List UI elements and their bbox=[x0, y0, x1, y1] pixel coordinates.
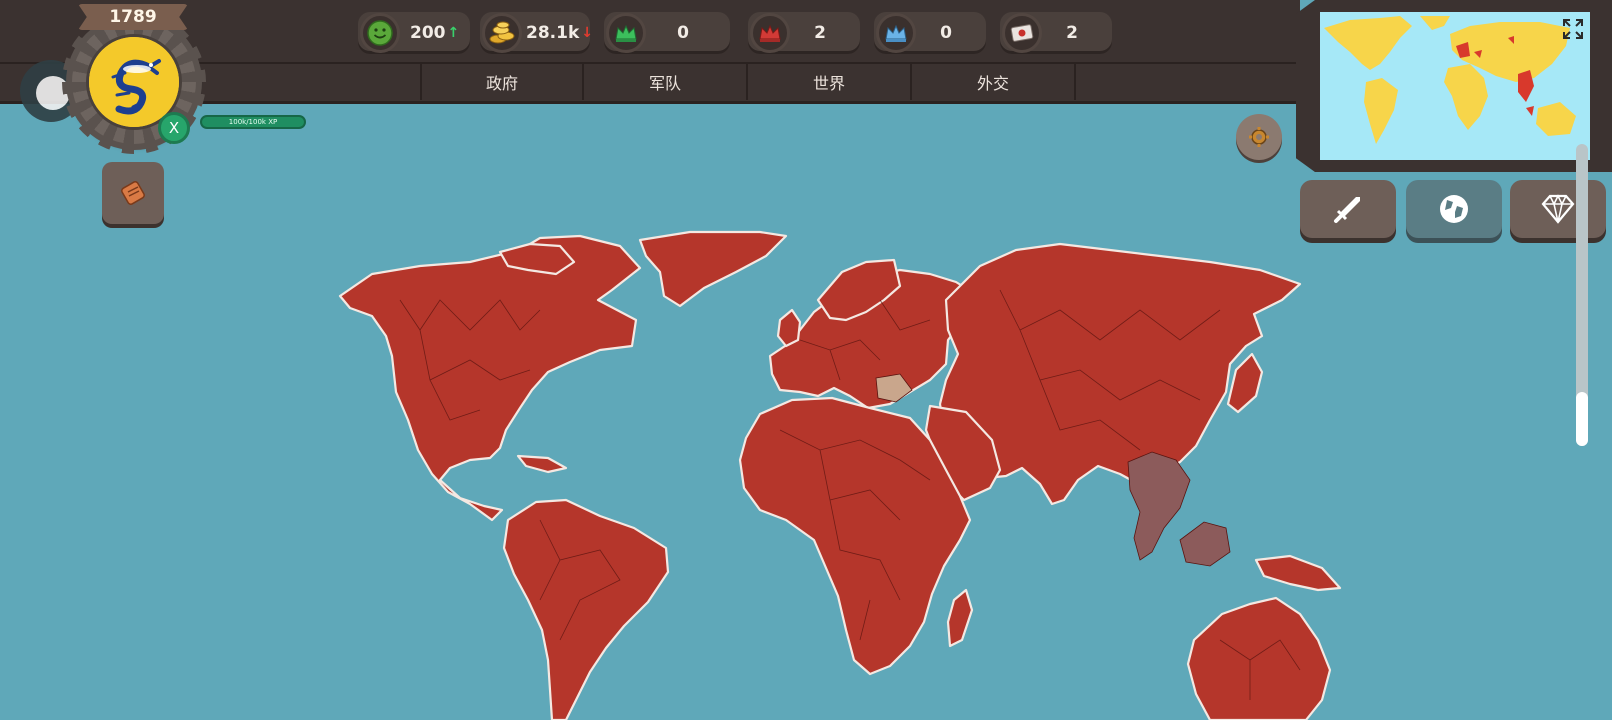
flag-icon bbox=[1002, 13, 1042, 53]
indonesia[interactable] bbox=[1179, 521, 1231, 567]
flag-counter[interactable]: 2 bbox=[1000, 12, 1112, 54]
red-crown-icon bbox=[750, 13, 790, 53]
gold-value: 28.1k bbox=[526, 23, 580, 43]
close-button[interactable]: X bbox=[158, 112, 190, 144]
madagascar[interactable] bbox=[946, 588, 974, 648]
premium-button[interactable] bbox=[1510, 180, 1606, 238]
trend-down-icon: ↓ bbox=[581, 25, 593, 41]
green-crown-counter[interactable]: 0 bbox=[604, 12, 730, 54]
flag-value: 2 bbox=[1066, 23, 1078, 43]
sword-icon bbox=[1334, 197, 1360, 223]
new-guinea[interactable] bbox=[1254, 554, 1342, 592]
australia[interactable] bbox=[1186, 596, 1332, 720]
xp-progress-bar: 100k/100k XP bbox=[200, 115, 306, 129]
scroll-icon bbox=[121, 181, 145, 205]
trend-up-icon: ↑ bbox=[447, 25, 460, 41]
smiley-icon bbox=[360, 13, 400, 53]
zoom-scrollbar-thumb[interactable] bbox=[1576, 392, 1588, 446]
blue-crown-counter[interactable]: 0 bbox=[874, 12, 986, 54]
gold-coins-icon bbox=[482, 13, 522, 53]
blue-crown-icon bbox=[876, 13, 916, 53]
gear-icon bbox=[1249, 127, 1269, 147]
main-tabs: 政府 军队 世界 外交 bbox=[420, 64, 1076, 102]
red-crown-value: 2 bbox=[814, 23, 826, 43]
scroll-quest-button[interactable] bbox=[102, 162, 164, 224]
happiness-value: 200 bbox=[410, 23, 446, 43]
tab-diplomacy[interactable]: 外交 bbox=[912, 64, 1076, 100]
minimap[interactable] bbox=[1320, 12, 1590, 160]
settings-button[interactable] bbox=[1236, 114, 1282, 160]
year-banner: 1789 bbox=[78, 4, 188, 30]
caribbean[interactable] bbox=[516, 454, 568, 474]
world-button[interactable] bbox=[1406, 180, 1502, 238]
diamond-icon bbox=[1541, 194, 1575, 224]
blue-crown-value: 0 bbox=[940, 23, 952, 43]
japan[interactable] bbox=[1226, 352, 1264, 414]
red-crown-counter[interactable]: 2 bbox=[748, 12, 860, 54]
green-crown-icon bbox=[606, 13, 646, 53]
green-crown-value: 0 bbox=[677, 23, 689, 43]
fullscreen-icon[interactable] bbox=[1562, 18, 1584, 40]
greenland[interactable] bbox=[638, 230, 788, 308]
south-america[interactable] bbox=[502, 498, 670, 720]
tab-military[interactable]: 军队 bbox=[584, 64, 748, 100]
tab-government[interactable]: 政府 bbox=[420, 64, 584, 100]
north-america[interactable] bbox=[338, 234, 642, 522]
globe-icon bbox=[1440, 195, 1468, 223]
happiness-counter[interactable]: 200 ↑ bbox=[358, 12, 470, 54]
united-kingdom[interactable] bbox=[776, 308, 802, 348]
army-button[interactable] bbox=[1300, 180, 1396, 238]
tab-world[interactable]: 世界 bbox=[748, 64, 912, 100]
gold-counter[interactable]: 28.1k ↓ bbox=[480, 12, 593, 54]
